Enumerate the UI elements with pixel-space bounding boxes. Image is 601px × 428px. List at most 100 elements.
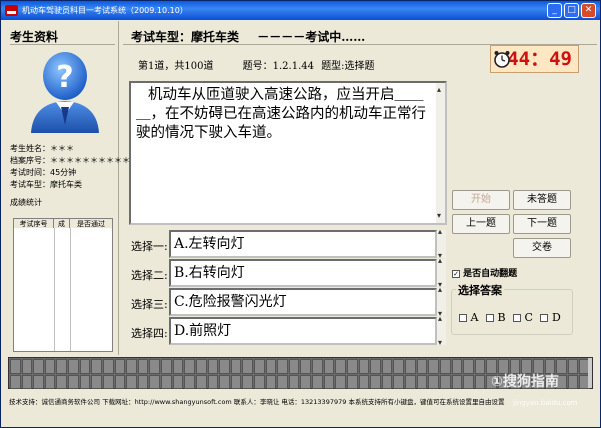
question-cell[interactable]: [358, 374, 370, 389]
question-cell[interactable]: [277, 359, 288, 374]
question-cell[interactable]: [126, 374, 137, 389]
question-cell[interactable]: [254, 359, 265, 374]
question-cell[interactable]: [405, 374, 416, 389]
question-cell[interactable]: [451, 359, 463, 374]
question-cell[interactable]: [195, 359, 207, 374]
question-cell[interactable]: [439, 374, 451, 389]
question-grid-scrollbar[interactable]: [588, 358, 592, 388]
answer-checkbox-d[interactable]: [540, 314, 549, 322]
question-cell[interactable]: [428, 374, 439, 389]
question-cell[interactable]: [416, 359, 428, 374]
question-cell[interactable]: [219, 359, 230, 374]
question-cell[interactable]: [428, 359, 439, 374]
question-cell[interactable]: [33, 374, 44, 389]
option-d-scrollbar[interactable]: [437, 314, 446, 347]
question-cell[interactable]: [230, 359, 242, 374]
question-cell[interactable]: [56, 359, 68, 374]
unanswered-button[interactable]: 未答题: [513, 190, 571, 210]
maximize-button[interactable]: □: [564, 3, 579, 18]
option-b-scrollbar[interactable]: [437, 256, 446, 289]
start-button[interactable]: 开始: [452, 190, 510, 210]
question-cell[interactable]: [265, 359, 277, 374]
question-cell[interactable]: [195, 374, 207, 389]
question-cell[interactable]: [405, 359, 416, 374]
question-cell[interactable]: [172, 374, 184, 389]
question-cell[interactable]: [242, 359, 254, 374]
answer-choice-c[interactable]: C: [513, 311, 533, 324]
auto-flip-toggle[interactable]: ✓ 是否自动翻题: [452, 266, 517, 279]
option-a-scrollbar[interactable]: [437, 227, 446, 260]
question-cell[interactable]: [393, 359, 405, 374]
question-cell[interactable]: [219, 374, 230, 389]
question-cell[interactable]: [370, 374, 381, 389]
question-cell[interactable]: [184, 374, 195, 389]
question-cell[interactable]: [300, 374, 312, 389]
question-cell[interactable]: [10, 374, 21, 389]
question-cell[interactable]: [68, 359, 79, 374]
minimize-button[interactable]: _: [547, 3, 562, 18]
question-cell[interactable]: [91, 374, 102, 389]
auto-flip-checkbox[interactable]: ✓: [452, 269, 460, 278]
question-cell[interactable]: [137, 374, 149, 389]
question-cell[interactable]: [149, 374, 161, 389]
answer-choice-b[interactable]: B: [485, 311, 506, 324]
question-cell[interactable]: [91, 359, 102, 374]
question-cell[interactable]: [346, 374, 358, 389]
submit-exam-button[interactable]: 交卷: [513, 238, 571, 258]
question-cell[interactable]: [114, 374, 126, 389]
question-cell[interactable]: [312, 359, 323, 374]
question-cell[interactable]: [474, 359, 486, 374]
question-cell[interactable]: [463, 374, 474, 389]
option-b[interactable]: B.右转向灯: [169, 259, 437, 287]
question-cell[interactable]: [68, 374, 79, 389]
question-cell[interactable]: [439, 359, 451, 374]
question-cell[interactable]: [323, 374, 335, 389]
question-cell[interactable]: [10, 359, 21, 374]
question-cell[interactable]: [102, 374, 114, 389]
option-d[interactable]: D.前照灯: [169, 317, 437, 345]
question-cell[interactable]: [451, 374, 463, 389]
question-cell[interactable]: [381, 374, 393, 389]
question-cell[interactable]: [79, 359, 91, 374]
question-cell[interactable]: [300, 359, 312, 374]
next-question-button[interactable]: 下一题: [513, 214, 571, 234]
option-c-scrollbar[interactable]: [437, 285, 446, 318]
question-cell[interactable]: [44, 374, 56, 389]
question-cell[interactable]: [567, 359, 579, 374]
question-cell[interactable]: [474, 374, 486, 389]
close-button[interactable]: ✕: [581, 3, 596, 18]
option-a[interactable]: A.左转向灯: [169, 230, 437, 258]
question-cell[interactable]: [21, 359, 33, 374]
question-cell[interactable]: [33, 359, 44, 374]
question-cell[interactable]: [335, 359, 346, 374]
question-cell[interactable]: [242, 374, 254, 389]
question-cell[interactable]: [370, 359, 381, 374]
question-cell[interactable]: [184, 359, 195, 374]
question-cell[interactable]: [207, 359, 219, 374]
question-cell[interactable]: [161, 359, 172, 374]
answer-checkbox-a[interactable]: [459, 314, 467, 322]
question-cell[interactable]: [358, 359, 370, 374]
question-cell[interactable]: [463, 359, 474, 374]
question-cell[interactable]: [288, 374, 300, 389]
question-cell[interactable]: [56, 374, 68, 389]
answer-choice-d[interactable]: D: [540, 311, 561, 324]
question-scrollbar[interactable]: [436, 80, 445, 225]
question-cell[interactable]: [114, 359, 126, 374]
question-cell[interactable]: [393, 374, 405, 389]
question-cell[interactable]: [21, 374, 33, 389]
question-cell[interactable]: [79, 374, 91, 389]
question-cell[interactable]: [207, 374, 219, 389]
question-cell[interactable]: [381, 359, 393, 374]
question-cell[interactable]: [312, 374, 323, 389]
question-cell[interactable]: [567, 374, 579, 389]
question-cell[interactable]: [137, 359, 149, 374]
question-cell[interactable]: [265, 374, 277, 389]
question-cell[interactable]: [102, 359, 114, 374]
question-cell[interactable]: [149, 359, 161, 374]
question-cell[interactable]: [277, 374, 288, 389]
question-cell[interactable]: [172, 359, 184, 374]
question-cell[interactable]: [346, 359, 358, 374]
question-cell[interactable]: [323, 359, 335, 374]
question-cell[interactable]: [416, 374, 428, 389]
